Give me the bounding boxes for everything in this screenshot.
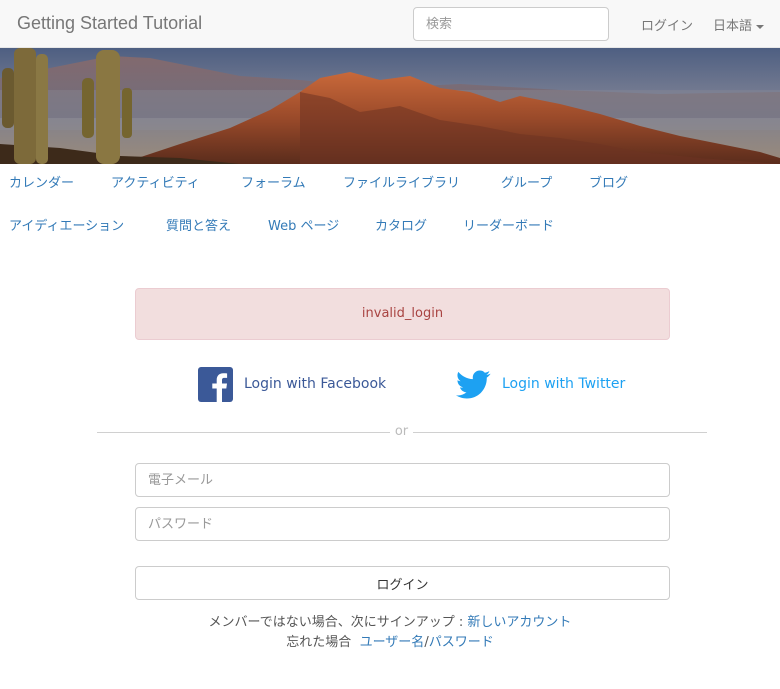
new-account-link[interactable]: 新しいアカウント [467,615,571,630]
error-alert: invalid_login [135,288,670,340]
divider-or-text: or [394,424,409,439]
signup-prompt: メンバーではない場合、次にサインアップ : 新しいアカウント [0,611,780,630]
menu-item-web-pages[interactable]: Web ページ [268,217,339,237]
twitter-login-label: Login with Twitter [502,376,626,392]
search-input[interactable] [413,7,609,41]
facebook-icon [198,367,233,406]
main-menu-row-1: カレンダー アクティビティ フォーラム ファイルライブラリ グループ ブログ [0,174,780,198]
menu-item-ideation[interactable]: アイディエーション [9,217,124,237]
main-menu-row-2: アイディエーション 質問と答え Web ページ カタログ リーダーボード [0,217,780,241]
forgot-prompt: 忘れた場合 ユーザー名/パスワード [0,631,780,650]
desert-mountain-banner [0,48,780,164]
signup-prefix-text: メンバーではない場合、次にサインアップ : [208,615,468,630]
login-button[interactable]: ログイン [135,566,670,600]
divider-line-right [413,432,707,433]
nav-login-link[interactable]: ログイン [641,15,693,34]
top-navbar: Getting Started Tutorial ログイン 日本語 [0,0,780,48]
menu-item-activity[interactable]: アクティビティ [111,174,200,194]
menu-item-forum[interactable]: フォーラム [241,174,306,194]
brand-link[interactable]: Getting Started Tutorial [17,13,202,34]
menu-item-catalog[interactable]: カタログ [375,217,427,237]
forgot-username-link[interactable]: ユーザー名 [360,635,425,650]
search-box [413,7,609,41]
caret-down-icon [756,24,765,29]
email-field[interactable] [135,463,670,497]
divider-line-left [97,432,390,433]
forgot-password-link[interactable]: パスワード [429,635,494,650]
language-label: 日本語 [713,19,753,34]
menu-item-blog[interactable]: ブログ [589,174,628,194]
menu-item-file-library[interactable]: ファイルライブラリ [343,174,460,194]
menu-item-calendar[interactable]: カレンダー [9,174,74,194]
menu-item-qa[interactable]: 質問と答え [166,217,231,237]
language-dropdown[interactable]: 日本語 [713,15,765,34]
password-field[interactable] [135,507,670,541]
menu-item-groups[interactable]: グループ [501,174,552,194]
twitter-icon [455,367,492,406]
forgot-prefix-text: 忘れた場合 [286,635,352,650]
menu-item-leaderboard[interactable]: リーダーボード [463,217,554,237]
banner-image [0,48,780,164]
facebook-login-label: Login with Facebook [244,376,387,392]
